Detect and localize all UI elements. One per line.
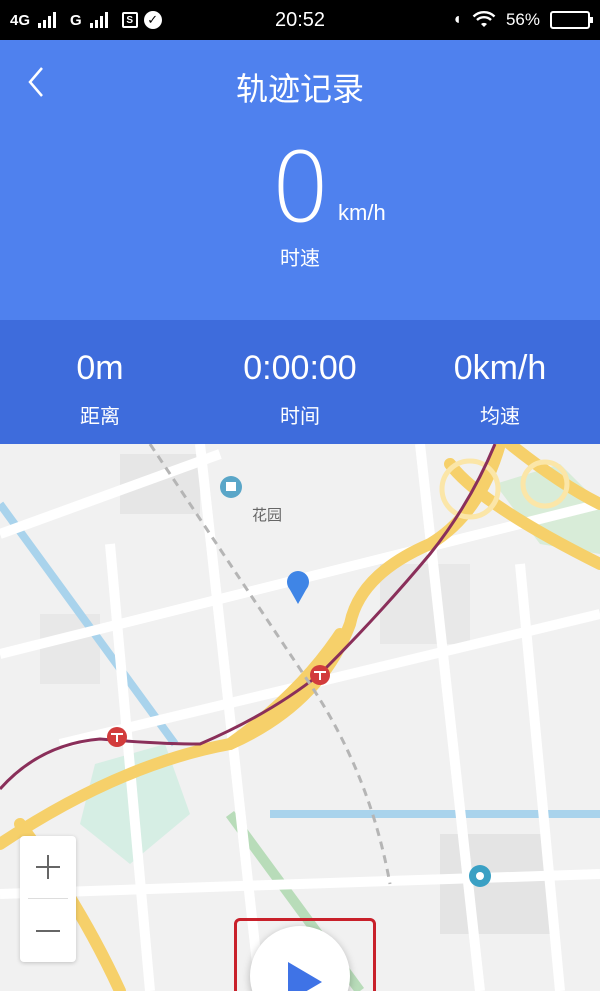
play-icon	[288, 962, 322, 991]
minus-icon	[36, 930, 60, 932]
network-type-4g: 4G	[10, 11, 31, 29]
signal-icon	[38, 12, 57, 28]
stat-avg-speed-label: 均速	[480, 406, 520, 428]
battery-icon	[550, 11, 593, 29]
building-poi-icon	[220, 476, 242, 498]
stat-distance-value: 0m	[76, 349, 124, 387]
sim-icon: S	[121, 12, 138, 28]
zoom-divider	[28, 898, 68, 899]
wifi-icon	[472, 11, 496, 27]
map-canvas	[0, 444, 600, 991]
zoom-in-button[interactable]	[20, 836, 76, 898]
metro-station-icon	[310, 665, 330, 685]
signal-icon	[89, 12, 108, 28]
zoom-out-button[interactable]	[20, 900, 76, 962]
battery-percent: 56%	[505, 10, 540, 29]
map-view[interactable]: 花园	[0, 444, 600, 991]
speed-unit: km/h	[338, 200, 386, 225]
status-bar: 4G G S ✓ 20:52 ◖ 56%	[0, 0, 600, 40]
stat-avg-speed-value: 0km/h	[453, 349, 547, 387]
metro-station-icon	[107, 727, 127, 747]
moon-icon: ◖	[452, 11, 462, 28]
stat-time-value: 0:00:00	[243, 349, 357, 387]
stat-distance-label: 距离	[80, 406, 120, 428]
stat-time: 0:00:00 时间	[200, 320, 400, 444]
speed-label: 时速	[280, 248, 320, 270]
stat-avg-speed: 0km/h 均速	[400, 320, 600, 444]
stat-time-label: 时间	[280, 406, 320, 428]
header: 轨迹记录 0 km/h 时速	[0, 40, 600, 320]
status-left: 4G G S ✓	[10, 11, 162, 29]
check-icon: ✓	[143, 11, 162, 29]
status-right: ◖ 56%	[452, 10, 593, 30]
poi-icon	[469, 865, 491, 887]
page-title: 轨迹记录	[235, 71, 364, 107]
zoom-controls	[20, 836, 76, 962]
stat-distance: 0m 距离	[0, 320, 200, 444]
map-place-label: 花园	[252, 507, 283, 524]
stats-bar: 0m 距离 0:00:00 时间 0km/h 均速	[0, 320, 600, 444]
speed-value: 0	[270, 132, 332, 244]
network-type-g: G	[70, 11, 82, 29]
